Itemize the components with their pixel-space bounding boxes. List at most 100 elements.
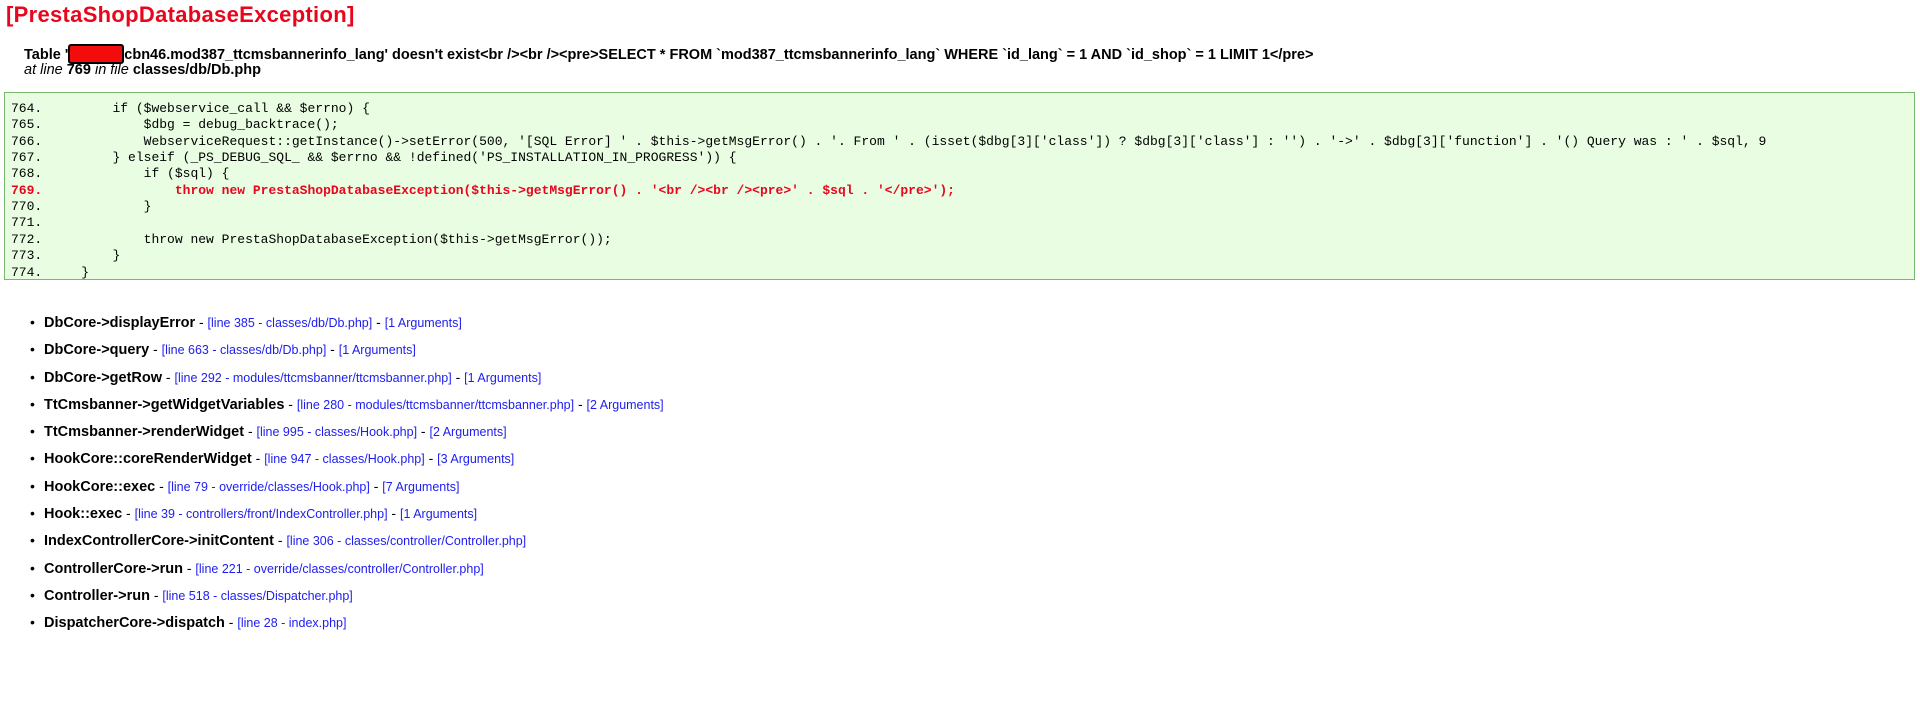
trace-location-link[interactable]: [line 292 - modules/ttcmsbanner/ttcmsban… xyxy=(174,371,451,385)
trace-function: DbCore->query xyxy=(44,342,150,359)
code-line: 765. $dbg = debug_backtrace(); xyxy=(11,117,339,133)
bullet: • xyxy=(30,477,35,494)
bullet: • xyxy=(30,586,35,603)
trace-arguments-link[interactable]: [2 Arguments] xyxy=(430,425,507,439)
trace-function: DispatcherCore->dispatch xyxy=(44,615,225,632)
bullet: • xyxy=(30,395,35,412)
bullet: • xyxy=(30,614,35,631)
error-file-path: classes/db/Db.php xyxy=(132,62,261,78)
code-line: 769. throw new PrestaShopDatabaseExcepti… xyxy=(11,183,955,199)
redacted-block xyxy=(68,44,125,64)
trace-item: • Controller->run - [line 518 - classes/D… xyxy=(30,585,664,612)
code-line-number: 770. xyxy=(11,199,43,215)
trace-arguments-link[interactable]: [1 Arguments] xyxy=(464,371,541,385)
trace-item: • IndexControllerCore->initContent - [lin… xyxy=(30,530,664,557)
trace-separator: - xyxy=(387,505,400,522)
trace-separator: - xyxy=(149,586,163,603)
bullet: • xyxy=(30,532,35,549)
trace-separator: - xyxy=(424,450,438,467)
trace-item: • TtCmsbanner->renderWidget - [line 995 -… xyxy=(30,421,664,448)
in-file-label: in file xyxy=(94,62,129,78)
code-line-text: if ($webservice_call && $errno) { xyxy=(50,101,370,116)
trace-separator: - xyxy=(574,395,587,412)
code-line-text: throw new PrestaShopDatabaseException($t… xyxy=(50,231,612,247)
trace-function: HookCore::coreRenderWidget xyxy=(44,451,252,468)
trace-separator: - xyxy=(155,477,168,494)
code-line-text: } elseif (_PS_DEBUG_SQL_ && $errno && !d… xyxy=(50,150,737,166)
trace-function: DbCore->getRow xyxy=(44,369,163,386)
trace-arguments-link[interactable]: [1 Arguments] xyxy=(385,316,462,330)
code-line: 773. } xyxy=(11,248,120,264)
code-line-number: 771. xyxy=(11,215,43,231)
trace-function: TtCmsbanner->renderWidget xyxy=(44,424,245,441)
exception-title: [PrestaShopDatabaseException] xyxy=(6,2,355,27)
trace-location-link[interactable]: [line 79 - override/classes/Hook.php] xyxy=(168,480,370,494)
message-prefix: Table ' xyxy=(24,47,69,63)
trace-separator: - xyxy=(451,368,465,385)
code-line-text: $dbg = debug_backtrace(); xyxy=(50,117,339,133)
trace-separator: - xyxy=(162,368,175,385)
trace-function: DbCore->displayError xyxy=(44,315,196,331)
bullet: • xyxy=(30,314,35,330)
trace-separator: - xyxy=(244,423,257,440)
trace-arguments-link[interactable]: [1 Arguments] xyxy=(339,343,416,357)
code-excerpt: 764. if ($webservice_call && $errno) {76… xyxy=(4,92,1915,280)
trace-location-link[interactable]: [line 663 - classes/db/Db.php] xyxy=(162,343,327,357)
trace-item: • HookCore::exec - [line 79 - override/cl… xyxy=(30,476,664,503)
code-line: 767. } elseif (_PS_DEBUG_SQL_ && $errno … xyxy=(11,150,737,166)
trace-separator: - xyxy=(149,341,162,358)
trace-separator: - xyxy=(369,477,383,494)
trace-item: • DbCore->getRow - [line 292 - modules/tt… xyxy=(30,367,664,394)
code-line-number: 769. xyxy=(11,182,43,198)
trace-separator: - xyxy=(417,423,430,440)
bullet: • xyxy=(30,450,35,467)
code-line-text: WebserviceRequest::getInstance()->setErr… xyxy=(50,133,1767,149)
trace-item: • ControllerCore->run - [line 221 - overr… xyxy=(30,558,664,585)
trace-separator: - xyxy=(326,341,339,358)
trace-separator: - xyxy=(251,450,265,467)
trace-arguments-link[interactable]: [1 Arguments] xyxy=(400,507,477,521)
code-line-number: 768. xyxy=(11,166,43,182)
code-line-text: } xyxy=(50,199,152,215)
error-line-number: 769 xyxy=(66,62,91,78)
trace-function: Controller->run xyxy=(44,587,150,604)
code-line-number: 772. xyxy=(11,231,43,247)
code-line: 768. if ($sql) { xyxy=(11,166,229,182)
code-line: 770. } xyxy=(11,199,151,215)
code-line-number: 767. xyxy=(11,150,43,166)
trace-location-link[interactable]: [line 518 - classes/Dispatcher.php] xyxy=(162,589,352,603)
trace-location-link[interactable]: [line 221 - override/classes/controller/… xyxy=(195,562,483,576)
trace-separator: - xyxy=(195,314,208,330)
code-line-text: } xyxy=(50,264,90,280)
code-line-number: 774. xyxy=(11,264,43,280)
code-line-number: 773. xyxy=(11,248,43,264)
code-line-number: 766. xyxy=(11,133,43,149)
trace-function: Hook::exec xyxy=(44,506,123,523)
trace-location-link[interactable]: [line 385 - classes/db/Db.php] xyxy=(208,316,373,330)
code-line: 771. xyxy=(11,215,50,231)
trace-arguments-link[interactable]: [3 Arguments] xyxy=(437,452,514,466)
trace-separator: - xyxy=(284,395,297,412)
error-location: at line 769 in file classes/db/Db.php xyxy=(24,62,261,78)
trace-arguments-link[interactable]: [2 Arguments] xyxy=(587,398,664,412)
code-line: 764. if ($webservice_call && $errno) { xyxy=(11,101,370,117)
bullet: • xyxy=(30,423,35,440)
bullet: • xyxy=(30,559,35,576)
trace-separator: - xyxy=(372,314,385,330)
code-line: 772. throw new PrestaShopDatabaseExcepti… xyxy=(11,232,612,248)
trace-location-link[interactable]: [line 28 - index.php] xyxy=(237,616,346,630)
trace-location-link[interactable]: [line 995 - classes/Hook.php] xyxy=(257,425,418,439)
trace-location-link[interactable]: [line 947 - classes/Hook.php] xyxy=(264,452,425,466)
trace-location-link[interactable]: [line 39 - controllers/front/IndexContro… xyxy=(135,507,388,521)
stack-trace: • DbCore->displayError - [line 385 - clas… xyxy=(30,312,664,640)
trace-location-link[interactable]: [line 280 - modules/ttcmsbanner/ttcmsban… xyxy=(297,398,574,412)
trace-item: • HookCore::coreRenderWidget - [line 947 … xyxy=(30,448,664,475)
trace-location-link[interactable]: [line 306 - classes/controller/Controlle… xyxy=(286,534,526,548)
error-message: Table ' cbn46.mod387_ttcmsbannerinfo_lang… xyxy=(24,44,1313,64)
trace-function: TtCmsbanner->getWidgetVariables xyxy=(44,396,285,413)
at-line-label: at line xyxy=(24,62,63,78)
trace-arguments-link[interactable]: [7 Arguments] xyxy=(382,480,459,494)
bullet: • xyxy=(30,505,35,522)
trace-separator: - xyxy=(122,505,135,522)
trace-function: HookCore::exec xyxy=(44,478,156,495)
